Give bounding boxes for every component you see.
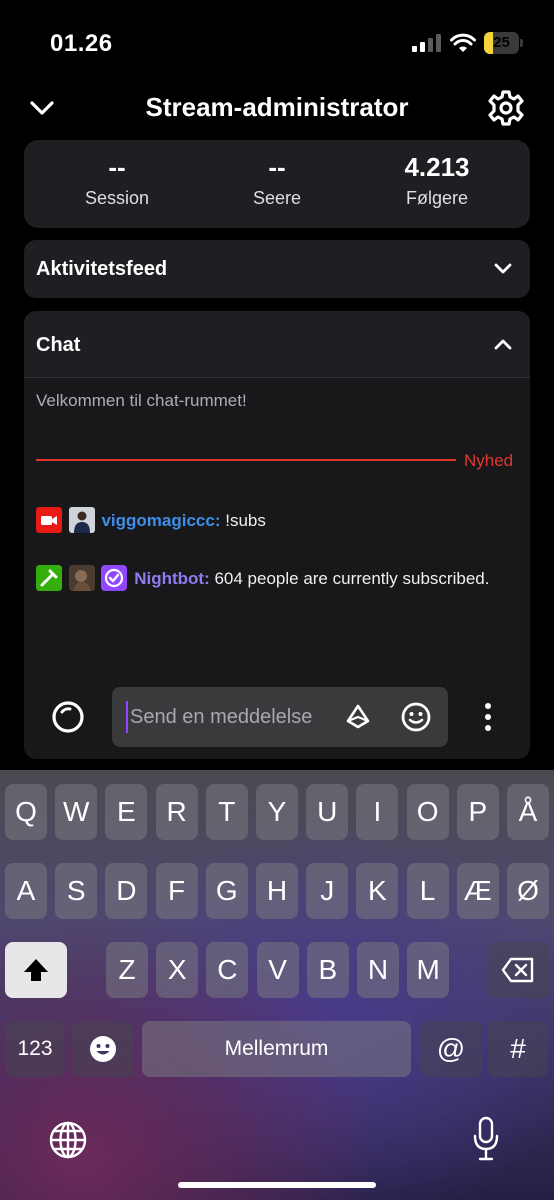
backspace-key[interactable] xyxy=(487,942,549,998)
emoji-icon xyxy=(90,1036,116,1062)
microphone-icon[interactable] xyxy=(472,1116,500,1162)
battery-level: 25 xyxy=(493,34,510,51)
hash-key[interactable]: # xyxy=(488,1021,548,1077)
key-f[interactable]: F xyxy=(155,863,198,919)
page-header: Stream-administrator xyxy=(0,80,554,136)
key-s[interactable]: S xyxy=(55,863,98,919)
key-g[interactable]: G xyxy=(205,863,248,919)
broadcaster-badge-icon xyxy=(36,506,62,533)
key-e[interactable]: E xyxy=(105,784,148,840)
chat-username[interactable]: viggomagiccc: xyxy=(101,511,220,530)
chat-username[interactable]: Nightbot: xyxy=(134,569,210,588)
key-q[interactable]: Q xyxy=(5,784,47,840)
avatar[interactable] xyxy=(68,506,95,533)
key-ø[interactable]: Ø xyxy=(507,863,549,919)
gear-icon[interactable] xyxy=(486,88,526,128)
key-o[interactable]: O xyxy=(406,784,449,840)
stat-label: Seere xyxy=(252,188,302,208)
wifi-icon xyxy=(450,33,476,52)
chat-message: viggomagiccc: !subs xyxy=(36,506,516,535)
activity-feed-title: Aktivitetsfeed xyxy=(36,258,168,280)
at-key[interactable]: @ xyxy=(420,1021,482,1077)
avatar[interactable] xyxy=(68,564,95,591)
status-bar: 01.26 25 xyxy=(0,0,554,80)
key-l[interactable]: L xyxy=(406,863,449,919)
key-d[interactable]: D xyxy=(105,863,148,919)
chat-title: Chat xyxy=(36,334,81,356)
space-key[interactable]: Mellemrum xyxy=(142,1021,411,1077)
stat-label: Session xyxy=(84,188,150,208)
stat-viewers: -- Seere xyxy=(193,150,361,209)
chat-message-text: 604 people are currently subscribed. xyxy=(209,569,490,588)
chat-panel: Chat Velkommen til chat-rummet! Nyhed vi… xyxy=(24,311,530,759)
stat-followers: 4.213 Følgere xyxy=(353,150,521,209)
key-w[interactable]: W xyxy=(55,784,98,840)
key-v[interactable]: V xyxy=(256,942,299,998)
key-n[interactable]: N xyxy=(357,942,399,998)
key-b[interactable]: B xyxy=(306,942,349,998)
shift-arrow-icon xyxy=(24,959,48,981)
bits-icon[interactable] xyxy=(344,703,372,731)
globe-icon[interactable] xyxy=(48,1120,88,1160)
stat-value: -- xyxy=(268,152,286,182)
verified-bot-badge-icon xyxy=(101,564,128,591)
chat-welcome-message: Velkommen til chat-rummet! xyxy=(36,391,247,410)
emote-picker-icon[interactable] xyxy=(400,701,432,733)
backspace-icon xyxy=(501,957,534,983)
stats-card: -- Session -- Seere 4.213 Følgere xyxy=(24,140,530,228)
key-p[interactable]: P xyxy=(456,784,499,840)
key-h[interactable]: H xyxy=(256,863,298,919)
key-j[interactable]: J xyxy=(306,863,349,919)
cellular-signal-icon xyxy=(412,34,441,52)
status-time: 01.26 xyxy=(50,30,113,57)
key-t[interactable]: T xyxy=(205,784,248,840)
stat-session: -- Session xyxy=(33,150,201,209)
channel-points-icon[interactable] xyxy=(50,699,86,735)
emoji-key[interactable] xyxy=(72,1021,134,1077)
chevron-down-icon xyxy=(494,263,512,274)
chat-message-input[interactable] xyxy=(126,701,336,733)
key-a[interactable]: A xyxy=(5,863,47,919)
new-messages-label: Nyhed xyxy=(464,451,514,470)
key-x[interactable]: X xyxy=(156,942,199,998)
key-z[interactable]: Z xyxy=(106,942,148,998)
shift-key[interactable] xyxy=(5,942,67,998)
stat-value: 4.213 xyxy=(404,152,470,182)
key-c[interactable]: C xyxy=(206,942,249,998)
page-title: Stream-administrator xyxy=(145,92,409,122)
chat-input-row xyxy=(24,685,530,747)
key-æ[interactable]: Æ xyxy=(456,863,499,919)
key-k[interactable]: K xyxy=(356,863,399,919)
key-y[interactable]: Y xyxy=(256,784,298,840)
home-indicator[interactable] xyxy=(178,1182,376,1188)
more-options-icon[interactable] xyxy=(476,699,500,735)
activity-feed-accordion[interactable]: Aktivitetsfeed xyxy=(24,240,530,298)
key-i[interactable]: I xyxy=(356,784,399,840)
chat-input-box xyxy=(112,687,448,747)
chat-accordion-header[interactable]: Chat xyxy=(24,311,530,378)
stat-value: -- xyxy=(108,152,126,182)
battery-indicator: 25 xyxy=(484,32,524,54)
stat-label: Følgere xyxy=(405,188,468,208)
numbers-key[interactable]: 123 xyxy=(5,1021,65,1077)
key-å[interactable]: Å xyxy=(507,784,549,840)
key-m[interactable]: M xyxy=(407,942,450,998)
moderator-badge-icon xyxy=(36,564,62,591)
key-u[interactable]: U xyxy=(306,784,349,840)
chat-message: Nightbot: 604 people are currently subsc… xyxy=(36,564,516,593)
chat-message-text: !subs xyxy=(220,511,266,530)
key-r[interactable]: R xyxy=(155,784,198,840)
new-messages-divider xyxy=(36,459,456,461)
chevron-up-icon xyxy=(494,339,512,350)
